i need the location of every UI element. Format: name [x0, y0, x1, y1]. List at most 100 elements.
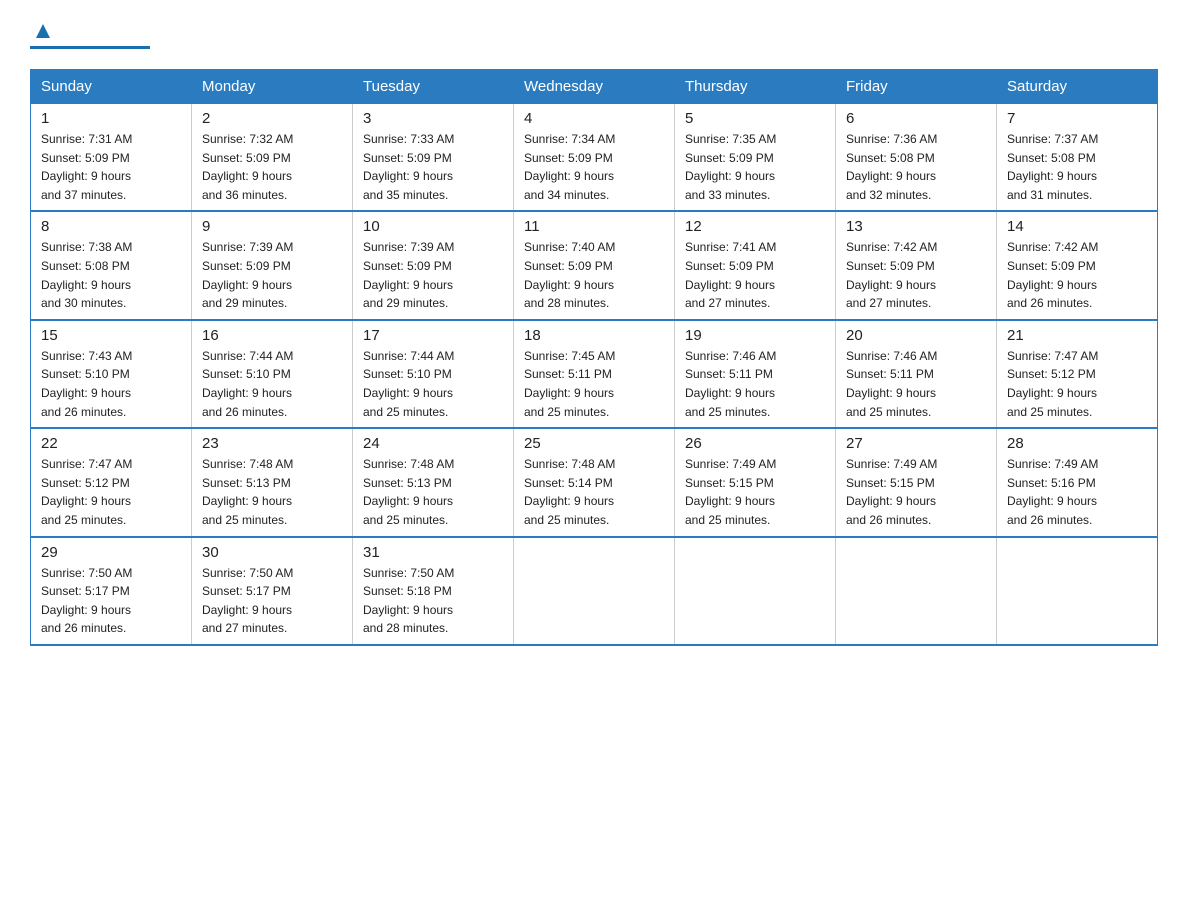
day-info: Sunrise: 7:47 AM Sunset: 5:12 PM Dayligh…: [41, 455, 181, 529]
header-cell-monday: Monday: [192, 70, 353, 104]
day-info: Sunrise: 7:44 AM Sunset: 5:10 PM Dayligh…: [363, 347, 503, 421]
day-number: 20: [846, 327, 986, 344]
header-cell-tuesday: Tuesday: [353, 70, 514, 104]
day-info: Sunrise: 7:39 AM Sunset: 5:09 PM Dayligh…: [363, 238, 503, 312]
day-info: Sunrise: 7:31 AM Sunset: 5:09 PM Dayligh…: [41, 130, 181, 204]
calendar-cell: 16 Sunrise: 7:44 AM Sunset: 5:10 PM Dayl…: [192, 320, 353, 428]
calendar-table: SundayMondayTuesdayWednesdayThursdayFrid…: [30, 69, 1158, 646]
calendar-cell: 18 Sunrise: 7:45 AM Sunset: 5:11 PM Dayl…: [514, 320, 675, 428]
day-info: Sunrise: 7:50 AM Sunset: 5:17 PM Dayligh…: [202, 564, 342, 638]
calendar-week-5: 29 Sunrise: 7:50 AM Sunset: 5:17 PM Dayl…: [31, 537, 1158, 645]
calendar-cell: 2 Sunrise: 7:32 AM Sunset: 5:09 PM Dayli…: [192, 104, 353, 212]
day-number: 18: [524, 327, 664, 344]
calendar-cell: 8 Sunrise: 7:38 AM Sunset: 5:08 PM Dayli…: [31, 211, 192, 319]
calendar-cell: 5 Sunrise: 7:35 AM Sunset: 5:09 PM Dayli…: [675, 104, 836, 212]
day-info: Sunrise: 7:33 AM Sunset: 5:09 PM Dayligh…: [363, 130, 503, 204]
calendar-cell: 1 Sunrise: 7:31 AM Sunset: 5:09 PM Dayli…: [31, 104, 192, 212]
calendar-cell: 26 Sunrise: 7:49 AM Sunset: 5:15 PM Dayl…: [675, 428, 836, 536]
header-cell-friday: Friday: [836, 70, 997, 104]
day-info: Sunrise: 7:32 AM Sunset: 5:09 PM Dayligh…: [202, 130, 342, 204]
day-info: Sunrise: 7:46 AM Sunset: 5:11 PM Dayligh…: [685, 347, 825, 421]
header-cell-saturday: Saturday: [997, 70, 1158, 104]
calendar-week-2: 8 Sunrise: 7:38 AM Sunset: 5:08 PM Dayli…: [31, 211, 1158, 319]
day-info: Sunrise: 7:37 AM Sunset: 5:08 PM Dayligh…: [1007, 130, 1147, 204]
day-info: Sunrise: 7:48 AM Sunset: 5:13 PM Dayligh…: [363, 455, 503, 529]
day-info: Sunrise: 7:40 AM Sunset: 5:09 PM Dayligh…: [524, 238, 664, 312]
day-info: Sunrise: 7:42 AM Sunset: 5:09 PM Dayligh…: [846, 238, 986, 312]
calendar-cell: 28 Sunrise: 7:49 AM Sunset: 5:16 PM Dayl…: [997, 428, 1158, 536]
day-number: 17: [363, 327, 503, 344]
page-header: [30, 20, 1158, 49]
day-number: 14: [1007, 218, 1147, 235]
calendar-cell: 21 Sunrise: 7:47 AM Sunset: 5:12 PM Dayl…: [997, 320, 1158, 428]
calendar-week-4: 22 Sunrise: 7:47 AM Sunset: 5:12 PM Dayl…: [31, 428, 1158, 536]
calendar-header: SundayMondayTuesdayWednesdayThursdayFrid…: [31, 70, 1158, 104]
calendar-cell: 7 Sunrise: 7:37 AM Sunset: 5:08 PM Dayli…: [997, 104, 1158, 212]
header-cell-wednesday: Wednesday: [514, 70, 675, 104]
day-number: 16: [202, 327, 342, 344]
calendar-cell: [675, 537, 836, 645]
day-number: 21: [1007, 327, 1147, 344]
logo-underline: [30, 46, 150, 49]
day-info: Sunrise: 7:35 AM Sunset: 5:09 PM Dayligh…: [685, 130, 825, 204]
day-info: Sunrise: 7:41 AM Sunset: 5:09 PM Dayligh…: [685, 238, 825, 312]
day-info: Sunrise: 7:45 AM Sunset: 5:11 PM Dayligh…: [524, 347, 664, 421]
day-number: 31: [363, 544, 503, 561]
calendar-cell: 15 Sunrise: 7:43 AM Sunset: 5:10 PM Dayl…: [31, 320, 192, 428]
day-info: Sunrise: 7:44 AM Sunset: 5:10 PM Dayligh…: [202, 347, 342, 421]
day-number: 29: [41, 544, 181, 561]
calendar-cell: 6 Sunrise: 7:36 AM Sunset: 5:08 PM Dayli…: [836, 104, 997, 212]
calendar-cell: [836, 537, 997, 645]
day-number: 25: [524, 435, 664, 452]
day-info: Sunrise: 7:49 AM Sunset: 5:16 PM Dayligh…: [1007, 455, 1147, 529]
calendar-cell: 22 Sunrise: 7:47 AM Sunset: 5:12 PM Dayl…: [31, 428, 192, 536]
day-number: 19: [685, 327, 825, 344]
calendar-cell: 14 Sunrise: 7:42 AM Sunset: 5:09 PM Dayl…: [997, 211, 1158, 319]
day-info: Sunrise: 7:34 AM Sunset: 5:09 PM Dayligh…: [524, 130, 664, 204]
calendar-cell: 31 Sunrise: 7:50 AM Sunset: 5:18 PM Dayl…: [353, 537, 514, 645]
calendar-cell: 10 Sunrise: 7:39 AM Sunset: 5:09 PM Dayl…: [353, 211, 514, 319]
day-number: 1: [41, 110, 181, 127]
calendar-week-1: 1 Sunrise: 7:31 AM Sunset: 5:09 PM Dayli…: [31, 104, 1158, 212]
logo-triangle-icon: [32, 20, 54, 42]
day-info: Sunrise: 7:50 AM Sunset: 5:18 PM Dayligh…: [363, 564, 503, 638]
calendar-cell: 4 Sunrise: 7:34 AM Sunset: 5:09 PM Dayli…: [514, 104, 675, 212]
day-number: 2: [202, 110, 342, 127]
header-cell-thursday: Thursday: [675, 70, 836, 104]
calendar-cell: 27 Sunrise: 7:49 AM Sunset: 5:15 PM Dayl…: [836, 428, 997, 536]
calendar-body: 1 Sunrise: 7:31 AM Sunset: 5:09 PM Dayli…: [31, 104, 1158, 645]
day-info: Sunrise: 7:50 AM Sunset: 5:17 PM Dayligh…: [41, 564, 181, 638]
day-info: Sunrise: 7:49 AM Sunset: 5:15 PM Dayligh…: [685, 455, 825, 529]
day-info: Sunrise: 7:42 AM Sunset: 5:09 PM Dayligh…: [1007, 238, 1147, 312]
day-number: 23: [202, 435, 342, 452]
calendar-cell: 19 Sunrise: 7:46 AM Sunset: 5:11 PM Dayl…: [675, 320, 836, 428]
calendar-cell: 17 Sunrise: 7:44 AM Sunset: 5:10 PM Dayl…: [353, 320, 514, 428]
day-number: 30: [202, 544, 342, 561]
day-info: Sunrise: 7:46 AM Sunset: 5:11 PM Dayligh…: [846, 347, 986, 421]
day-number: 13: [846, 218, 986, 235]
day-info: Sunrise: 7:47 AM Sunset: 5:12 PM Dayligh…: [1007, 347, 1147, 421]
day-info: Sunrise: 7:48 AM Sunset: 5:13 PM Dayligh…: [202, 455, 342, 529]
day-number: 9: [202, 218, 342, 235]
day-number: 11: [524, 218, 664, 235]
day-number: 26: [685, 435, 825, 452]
calendar-week-3: 15 Sunrise: 7:43 AM Sunset: 5:10 PM Dayl…: [31, 320, 1158, 428]
day-info: Sunrise: 7:38 AM Sunset: 5:08 PM Dayligh…: [41, 238, 181, 312]
day-number: 27: [846, 435, 986, 452]
calendar-cell: [997, 537, 1158, 645]
calendar-cell: 11 Sunrise: 7:40 AM Sunset: 5:09 PM Dayl…: [514, 211, 675, 319]
calendar-cell: [514, 537, 675, 645]
day-info: Sunrise: 7:36 AM Sunset: 5:08 PM Dayligh…: [846, 130, 986, 204]
day-info: Sunrise: 7:39 AM Sunset: 5:09 PM Dayligh…: [202, 238, 342, 312]
day-number: 10: [363, 218, 503, 235]
calendar-cell: 24 Sunrise: 7:48 AM Sunset: 5:13 PM Dayl…: [353, 428, 514, 536]
day-info: Sunrise: 7:49 AM Sunset: 5:15 PM Dayligh…: [846, 455, 986, 529]
day-number: 22: [41, 435, 181, 452]
day-number: 12: [685, 218, 825, 235]
calendar-cell: 13 Sunrise: 7:42 AM Sunset: 5:09 PM Dayl…: [836, 211, 997, 319]
header-cell-sunday: Sunday: [31, 70, 192, 104]
calendar-cell: 20 Sunrise: 7:46 AM Sunset: 5:11 PM Dayl…: [836, 320, 997, 428]
header-row: SundayMondayTuesdayWednesdayThursdayFrid…: [31, 70, 1158, 104]
calendar-cell: 30 Sunrise: 7:50 AM Sunset: 5:17 PM Dayl…: [192, 537, 353, 645]
day-number: 6: [846, 110, 986, 127]
